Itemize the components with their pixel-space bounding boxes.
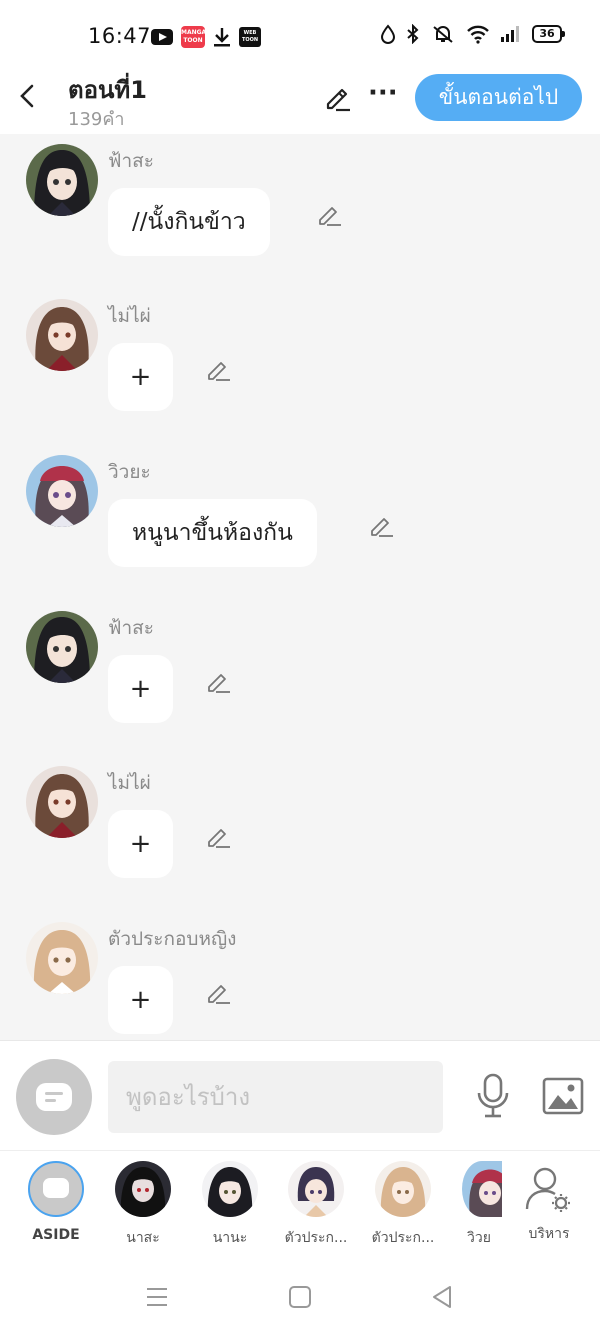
character-item[interactable]: ตัวประก... [363, 1161, 443, 1249]
character-label: วิวย [467, 1230, 491, 1246]
character-avatar [375, 1161, 431, 1217]
sender-name: ไม่ไผ่ [108, 305, 151, 327]
aside-toggle-button[interactable] [16, 1059, 92, 1135]
character-avatar [462, 1161, 502, 1217]
edit-message-icon[interactable] [205, 824, 231, 850]
signal-icon [501, 26, 519, 42]
character-avatar [288, 1161, 344, 1217]
character-bar: ASIDE นาสะ นานะ ตัวประก... ตัวประก... วิ… [0, 1150, 600, 1261]
character-label: ตัวประก... [371, 1230, 435, 1246]
character-label: นาสะ [126, 1230, 160, 1246]
home-icon[interactable] [287, 1284, 313, 1310]
sender-name: ฟ้าสะ [108, 150, 154, 172]
data-saver-icon [380, 24, 396, 44]
character-avatar[interactable] [26, 299, 98, 371]
bluetooth-icon [407, 24, 419, 44]
image-icon[interactable] [542, 1077, 584, 1115]
character-aside[interactable]: ASIDE [16, 1161, 96, 1243]
system-nav-bar [0, 1260, 600, 1333]
aside-note-icon [36, 1083, 72, 1111]
manage-characters-button[interactable]: บริหาร [509, 1161, 589, 1245]
message-input[interactable] [108, 1061, 443, 1133]
character-avatar[interactable] [26, 766, 98, 838]
character-item[interactable]: นานะ [190, 1161, 270, 1249]
edit-title-icon[interactable] [322, 82, 352, 112]
sender-name: วิวยะ [108, 461, 151, 483]
character-avatar [115, 1161, 171, 1217]
aside-note-icon [43, 1178, 69, 1198]
sender-name: ฟ้าสะ [108, 617, 154, 639]
word-count: 139คำ [68, 109, 125, 130]
more-options-icon[interactable]: ··· [368, 80, 398, 112]
user-settings-icon [525, 1167, 570, 1212]
character-item[interactable]: ตัวประก... [276, 1161, 356, 1249]
status-right-icons: 36 [380, 24, 565, 44]
message-input-bar [0, 1040, 600, 1151]
next-step-button[interactable]: ขั้นตอนต่อไป [415, 74, 582, 121]
youtube-icon [151, 29, 173, 45]
character-avatar[interactable] [26, 455, 98, 527]
status-time: 16:47 [88, 24, 152, 48]
character-label: บริหาร [528, 1226, 570, 1242]
character-avatar[interactable] [26, 144, 98, 216]
add-message-button[interactable]: + [108, 810, 173, 878]
status-app-icons: MANGA TOON WEB TOON [151, 26, 261, 48]
mangatoon-icon: MANGA TOON [181, 26, 206, 48]
message-bubble[interactable]: //นั้งกินข้าว [108, 188, 270, 256]
message-bubble[interactable]: หนูนาขึ้นห้องกัน [108, 499, 317, 567]
aside-avatar [28, 1161, 84, 1217]
character-avatar[interactable] [26, 922, 98, 994]
editor-header: ตอนที่1 139คำ ··· ขั้นตอนต่อไป [0, 62, 600, 134]
chat-area[interactable]: ฟ้าสะ //นั้งกินข้าว ไม่ไผ่ + วิวยะ หนูนา… [0, 134, 600, 1040]
add-message-button[interactable]: + [108, 343, 173, 411]
mute-bell-icon [433, 26, 453, 43]
character-label: ASIDE [32, 1227, 80, 1243]
microphone-icon[interactable] [474, 1073, 512, 1119]
character-label: ตัวประก... [284, 1230, 348, 1246]
edit-message-icon[interactable] [205, 980, 231, 1006]
add-message-button[interactable]: + [108, 966, 173, 1034]
character-label: นานะ [212, 1230, 248, 1246]
wifi-icon [467, 25, 489, 44]
battery-icon: 36 [532, 25, 565, 43]
character-avatar [202, 1161, 258, 1217]
edit-message-icon[interactable] [316, 202, 342, 228]
back-arrow-icon[interactable] [14, 80, 42, 112]
character-item[interactable]: วิวย [445, 1161, 513, 1249]
back-nav-icon[interactable] [430, 1284, 456, 1310]
edit-message-icon[interactable] [205, 357, 231, 383]
sender-name: ตัวประกอบหญิง [108, 928, 237, 950]
character-avatar[interactable] [26, 611, 98, 683]
sender-name: ไม่ไผ่ [108, 772, 151, 794]
edit-message-icon[interactable] [368, 513, 394, 539]
character-item[interactable]: นาสะ [103, 1161, 183, 1249]
add-message-button[interactable]: + [108, 655, 173, 723]
webtoon-icon: WEB TOON [239, 27, 261, 47]
edit-message-icon[interactable] [205, 669, 231, 695]
menu-icon[interactable] [144, 1284, 170, 1310]
download-icon [214, 28, 230, 47]
